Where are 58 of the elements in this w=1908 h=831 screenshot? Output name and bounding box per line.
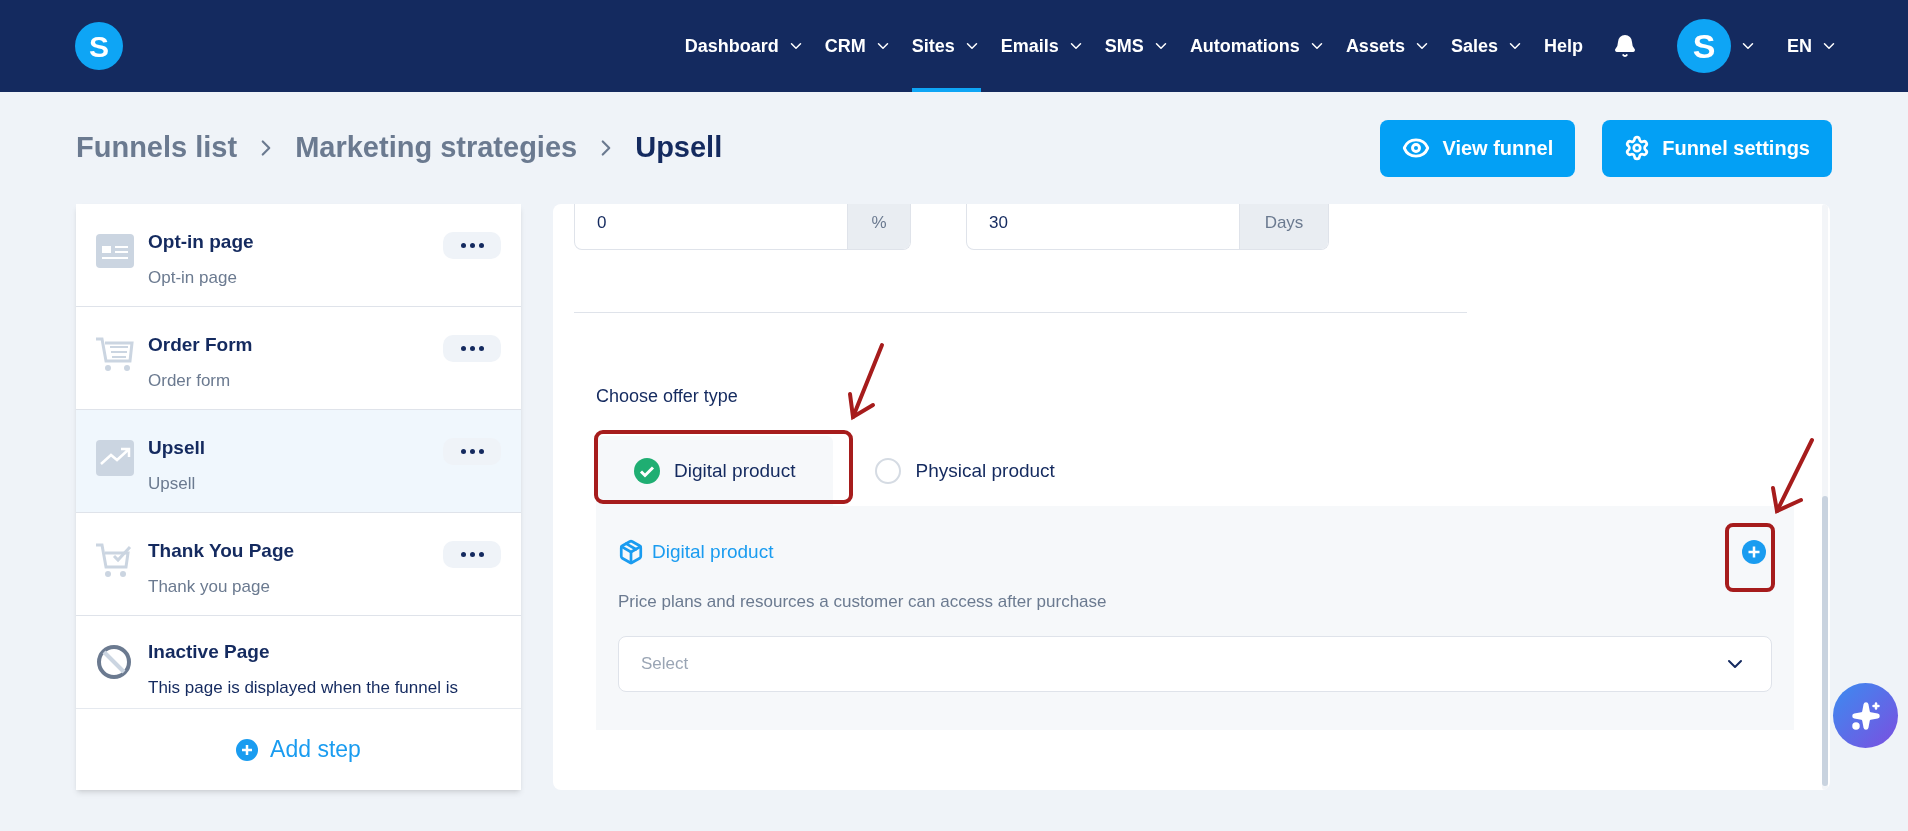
more-button[interactable] — [443, 335, 501, 362]
number-field[interactable]: 0 % — [574, 204, 911, 250]
number-field[interactable]: 30 Days — [966, 204, 1329, 250]
package-icon — [618, 539, 644, 566]
step-subtitle: Opt-in page — [148, 266, 238, 289]
nav-item[interactable]: CRM — [824, 0, 892, 92]
step-title: Order Form — [148, 333, 254, 357]
step-item[interactable]: Upsell Upsell — [76, 410, 521, 513]
cart-icon — [96, 337, 134, 373]
check-circle-icon — [634, 458, 660, 484]
breadcrumb-item[interactable]: Marketing strategies — [295, 126, 578, 170]
step-subtitle: Upsell — [148, 472, 197, 495]
breadcrumb-item[interactable]: Funnels list — [76, 126, 238, 170]
step-item[interactable]: Opt-in page Opt-in page — [76, 204, 521, 307]
step-item[interactable]: Order Form Order form — [76, 307, 521, 410]
step-title: Opt-in page — [148, 230, 255, 254]
language-selector[interactable]: EN — [1787, 32, 1812, 60]
step-item[interactable]: Thank You Page Thank you page — [76, 513, 521, 616]
plus-circle-icon — [1742, 540, 1766, 565]
page-layout-icon — [96, 234, 134, 268]
offer-type-option[interactable]: Digital product — [596, 436, 834, 506]
more-button[interactable] — [443, 541, 501, 568]
step-subtitle: This page is displayed when the funnel is — [148, 676, 459, 699]
nav-item[interactable]: SMS — [1104, 0, 1170, 92]
step-subtitle: Order form — [148, 369, 232, 392]
bell-icon[interactable] — [1613, 34, 1637, 58]
field-value: 0 — [596, 212, 608, 234]
step-title: Thank You Page — [148, 539, 296, 563]
breadcrumb-item: Upsell — [635, 130, 723, 166]
annotation-frame — [1725, 523, 1775, 592]
settings-icon — [1624, 135, 1651, 161]
nav-item[interactable]: Automations — [1189, 0, 1326, 92]
nav-item[interactable]: Assets — [1345, 0, 1431, 92]
field-addon: % — [847, 204, 910, 249]
step-title: Upsell — [148, 436, 207, 460]
cart-check-icon — [96, 543, 134, 579]
step-subtitle: Thank you page — [148, 575, 271, 598]
nav-item[interactable]: Dashboard — [684, 0, 805, 92]
more-button[interactable] — [443, 232, 501, 259]
field-value: 30 — [988, 212, 1009, 234]
step-title: Inactive Page — [148, 640, 271, 664]
product-description: Price plans and resources a customer can access after purchase — [618, 590, 1108, 613]
offer-type-label: Choose offer type — [596, 385, 739, 408]
nav-item[interactable]: Help — [1543, 0, 1583, 92]
plus-circle-icon — [236, 738, 259, 761]
field-addon: Days — [1239, 204, 1328, 249]
ban-icon — [96, 644, 132, 680]
more-button[interactable] — [443, 438, 501, 465]
nav-item[interactable]: Emails — [1000, 0, 1085, 92]
sparkles-icon — [1850, 700, 1881, 731]
select-placeholder: Select — [641, 653, 689, 676]
step-item[interactable]: Inactive Page This page is displayed when the funnel is — [76, 616, 521, 708]
nav-item[interactable]: Sales — [1450, 0, 1524, 92]
nav-item[interactable]: Sites — [911, 0, 981, 92]
add-button[interactable] — [1742, 540, 1766, 565]
scrollbar-thumb[interactable] — [1822, 496, 1828, 786]
chart-icon — [96, 440, 134, 476]
radio-icon — [875, 458, 902, 484]
